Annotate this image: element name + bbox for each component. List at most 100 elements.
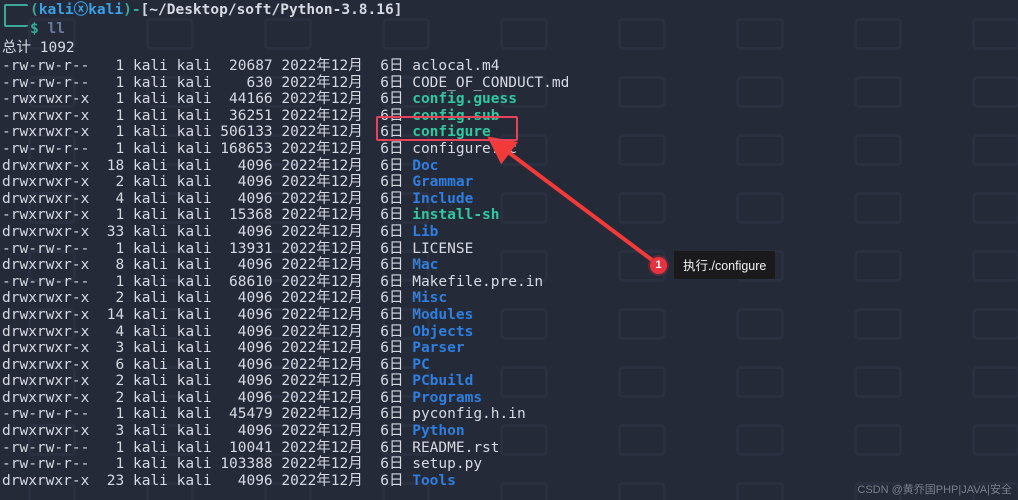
file-day: 6日 [372, 473, 404, 489]
file-date: 2022年12月 [281, 274, 362, 290]
file-owner: kali [133, 357, 168, 373]
prompt-line-2[interactable]: $ ll [0, 20, 1018, 39]
file-group: kali [177, 174, 212, 190]
file-permissions: drwxrwxr-x [2, 423, 89, 439]
file-group: kali [177, 241, 212, 257]
prompt-dollar-sign: $ [30, 21, 39, 37]
file-name[interactable]: Parser [412, 340, 464, 356]
prompt-open-paren: ( [30, 2, 39, 18]
file-day: 6日 [372, 390, 404, 406]
file-name[interactable]: Include [412, 191, 473, 207]
file-size: 4096 [220, 423, 272, 440]
file-size: 10041 [220, 440, 272, 457]
file-size: 168653 [220, 141, 272, 158]
file-owner: kali [133, 274, 168, 290]
file-link-count: 1 [98, 241, 124, 258]
file-date: 2022年12月 [281, 241, 362, 257]
file-size: 4096 [220, 340, 272, 357]
file-size: 103388 [220, 456, 272, 473]
file-group: kali [177, 440, 212, 456]
file-name[interactable]: CODE_OF_CONDUCT.md [412, 75, 569, 91]
file-owner: kali [133, 174, 168, 190]
file-name[interactable]: Doc [412, 158, 438, 174]
file-permissions: -rw-rw-r-- [2, 75, 89, 91]
file-group: kali [177, 257, 212, 273]
file-name[interactable]: Modules [412, 307, 473, 323]
file-name[interactable]: config.guess [412, 91, 517, 107]
annotation-callout: 1 执行./configure [650, 251, 775, 279]
file-date: 2022年12月 [281, 373, 362, 389]
file-name[interactable]: Python [412, 423, 464, 439]
file-link-count: 3 [98, 340, 124, 357]
file-name[interactable]: README.rst [412, 440, 499, 456]
file-size: 630 [220, 75, 272, 92]
file-permissions: drwxrwxr-x [2, 357, 89, 373]
prompt-user: kali [39, 2, 74, 18]
file-name[interactable]: config.sub [412, 108, 499, 124]
prompt-line-1: (kaliⓧkali)-[~/Desktop/soft/Python-3.8.1… [0, 1, 1018, 20]
file-permissions: -rwxrwxr-x [2, 108, 89, 124]
file-group: kali [177, 274, 212, 290]
file-name[interactable]: configure.ac [412, 141, 517, 157]
file-name[interactable]: Mac [412, 257, 438, 273]
file-day: 6日 [372, 191, 404, 207]
file-name[interactable]: pyconfig.h.in [412, 406, 526, 422]
file-day: 6日 [372, 307, 404, 323]
file-name[interactable]: setup.py [412, 456, 482, 472]
file-name[interactable]: PCbuild [412, 373, 473, 389]
file-day: 6日 [372, 456, 404, 472]
file-name[interactable]: PC [412, 357, 429, 373]
file-name[interactable]: Misc [412, 290, 447, 306]
file-link-count: 14 [98, 307, 124, 324]
file-owner: kali [133, 91, 168, 107]
file-date: 2022年12月 [281, 257, 362, 273]
file-group: kali [177, 207, 212, 223]
file-permissions: drwxrwxr-x [2, 373, 89, 389]
file-group: kali [177, 340, 212, 356]
file-name[interactable]: LICENSE [412, 241, 473, 257]
file-link-count: 1 [98, 141, 124, 158]
file-name[interactable]: aclocal.m4 [412, 58, 499, 74]
file-name[interactable]: Objects [412, 324, 473, 340]
file-day: 6日 [372, 91, 404, 107]
file-permissions: drwxrwxr-x [2, 307, 89, 323]
file-owner: kali [133, 158, 168, 174]
file-group: kali [177, 307, 212, 323]
file-link-count: 1 [98, 108, 124, 125]
file-owner: kali [133, 423, 168, 439]
file-name[interactable]: install-sh [412, 207, 499, 223]
file-size: 4096 [220, 473, 272, 490]
file-row: drwxrwxr-x 3 kali kali 4096 2022年12月 6日 … [0, 423, 1018, 440]
file-group: kali [177, 58, 212, 74]
file-group: kali [177, 191, 212, 207]
file-day: 6日 [372, 406, 404, 422]
prompt-dash: - [132, 2, 141, 18]
file-group: kali [177, 406, 212, 422]
file-name[interactable]: Makefile.pre.in [412, 274, 543, 290]
file-date: 2022年12月 [281, 340, 362, 356]
file-name[interactable]: Programs [412, 390, 482, 406]
file-permissions: drwxrwxr-x [2, 257, 89, 273]
file-date: 2022年12月 [281, 141, 362, 157]
file-group: kali [177, 75, 212, 91]
file-group: kali [177, 423, 212, 439]
file-row: -rwxrwxr-x 1 kali kali 506133 2022年12月 6… [0, 124, 1018, 141]
file-name[interactable]: Tools [412, 473, 456, 489]
file-link-count: 23 [98, 473, 124, 490]
file-name[interactable]: Grammar [412, 174, 473, 190]
file-owner: kali [133, 224, 168, 240]
file-name[interactable]: configure [412, 124, 491, 140]
file-group: kali [177, 108, 212, 124]
file-permissions: -rwxrwxr-x [2, 207, 89, 223]
file-owner: kali [133, 440, 168, 456]
file-row: -rwxrwxr-x 1 kali kali 36251 2022年12月 6日… [0, 108, 1018, 125]
file-group: kali [177, 357, 212, 373]
file-row: drwxrwxr-x 4 kali kali 4096 2022年12月 6日 … [0, 324, 1018, 341]
file-row: -rw-rw-r-- 1 kali kali 103388 2022年12月 6… [0, 456, 1018, 473]
file-link-count: 4 [98, 324, 124, 341]
file-day: 6日 [372, 58, 404, 74]
file-row: -rw-rw-r-- 1 kali kali 10041 2022年12月 6日… [0, 440, 1018, 457]
file-link-count: 1 [98, 440, 124, 457]
file-owner: kali [133, 456, 168, 472]
file-name[interactable]: Lib [412, 224, 438, 240]
